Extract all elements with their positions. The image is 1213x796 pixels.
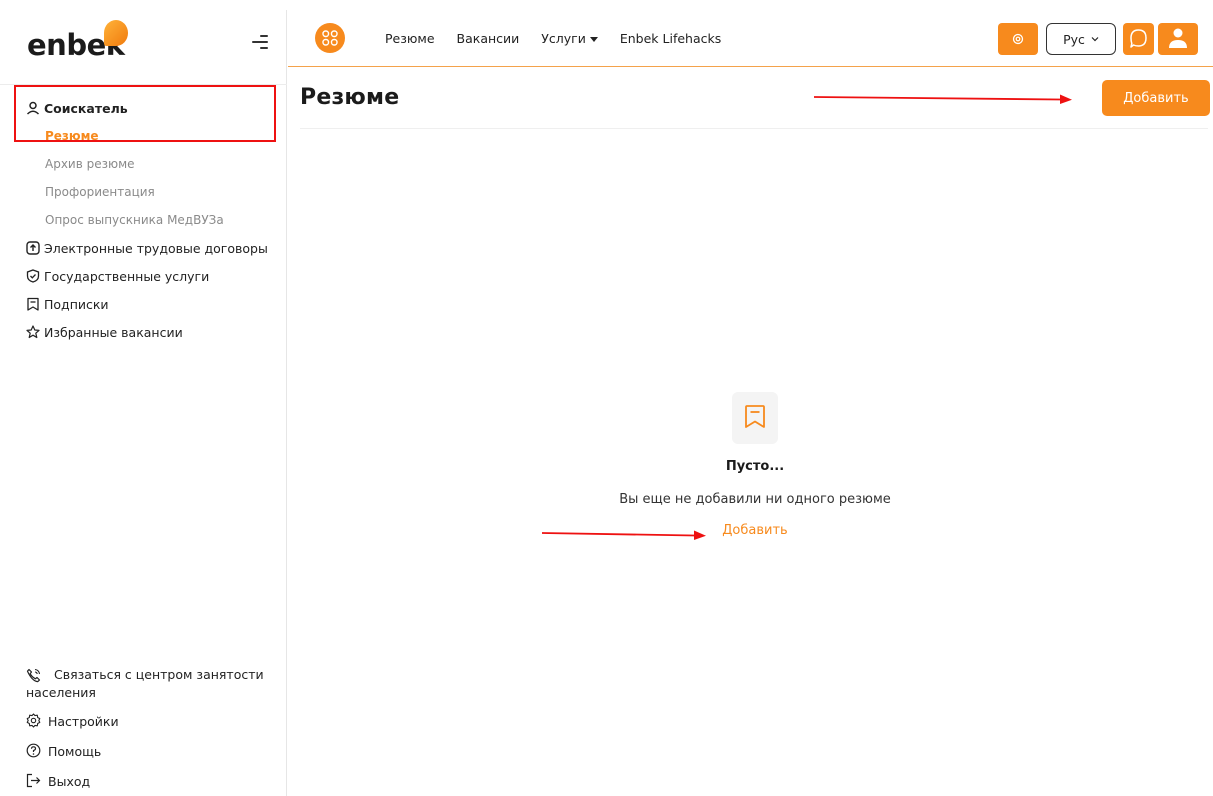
- user-profile-button[interactable]: [1158, 23, 1198, 55]
- star-icon: [26, 325, 40, 339]
- contact-label-line1: Связаться с центром занятости: [54, 667, 264, 682]
- top-nav-vacancies[interactable]: Вакансии: [457, 31, 520, 46]
- logo-row: enbek: [0, 10, 287, 85]
- apps-grid-icon: [322, 30, 338, 46]
- gear-icon: [26, 713, 41, 728]
- sidebar-item-label: Государственные услуги: [44, 268, 210, 284]
- empty-state-description: Вы еще не добавили ни одного резюме: [619, 492, 891, 507]
- sidebar-item-electronic-contracts[interactable]: Электронные трудовые договоры: [0, 234, 287, 262]
- bookmark-icon: [745, 405, 765, 428]
- shield-icon: [26, 269, 40, 283]
- sidebar-item-resume-archive[interactable]: Архив резюме: [0, 150, 287, 178]
- sidebar-item-career-guidance[interactable]: Профориентация: [0, 178, 287, 206]
- annotation-highlight-box: [14, 85, 276, 142]
- sidebar-item-label: Избранные вакансии: [44, 324, 183, 340]
- sidebar-item-help[interactable]: Помощь: [0, 736, 287, 766]
- annotation-arrow-top: [813, 94, 1072, 104]
- window-top-edge: [0, 0, 1213, 10]
- sidebar-item-medical-graduate-survey[interactable]: Опрос выпускника МедВУЗа: [0, 206, 287, 234]
- empty-state-icon-box: [732, 392, 778, 444]
- empty-state-title: Пусто...: [725, 459, 785, 474]
- contact-label-line2: населения: [26, 685, 96, 700]
- settings-label: Настройки: [48, 713, 119, 729]
- logo-mark-icon: [104, 20, 128, 46]
- main-content: Резюме Добавить Пусто... Вы еще не добав…: [288, 67, 1213, 796]
- chevron-down-icon: [1091, 37, 1099, 42]
- top-nav-resume[interactable]: Резюме: [385, 31, 435, 46]
- sidebar-item-favorite-vacancies[interactable]: Избранные вакансии: [0, 318, 287, 346]
- eye-icon: [1012, 33, 1024, 45]
- sidebar-item-label: Электронные трудовые договоры: [44, 240, 268, 256]
- caret-down-icon: [589, 37, 598, 42]
- top-nav: Резюме Вакансии Услуги Enbek Lifehacks: [385, 10, 721, 67]
- sidebar-item-subscriptions[interactable]: Подписки: [0, 290, 287, 318]
- sidebar-bottom-nav: Связаться с центром занятости населения …: [0, 666, 287, 796]
- accessibility-view-button[interactable]: [998, 23, 1038, 55]
- collapse-sidebar-icon[interactable]: [250, 34, 268, 50]
- language-select[interactable]: Рус: [1046, 23, 1116, 55]
- language-label: Рус: [1063, 31, 1085, 47]
- empty-state-add-link[interactable]: Добавить: [705, 523, 805, 538]
- app-window: enbek Соискатель Резюме Архив резюме Про…: [0, 0, 1213, 796]
- bookmark-icon: [27, 297, 39, 311]
- chat-button[interactable]: [1123, 23, 1154, 55]
- sidebar-item-public-services[interactable]: Государственные услуги: [0, 262, 287, 290]
- phone-icon: [26, 668, 41, 683]
- sidebar-item-label: Подписки: [44, 296, 109, 312]
- top-bar: Резюме Вакансии Услуги Enbek Lifehacks Р…: [288, 10, 1213, 67]
- logout-label: Выход: [48, 773, 91, 789]
- top-nav-services[interactable]: Услуги: [541, 31, 598, 46]
- top-nav-lifehacks[interactable]: Enbek Lifehacks: [620, 31, 721, 46]
- sidebar-item-logout[interactable]: Выход: [0, 766, 287, 796]
- title-divider: [300, 128, 1208, 129]
- sidebar-item-settings[interactable]: Настройки: [0, 706, 287, 736]
- help-icon: [26, 743, 41, 758]
- contract-icon: [26, 241, 40, 255]
- page-title: Резюме: [300, 85, 400, 110]
- add-resume-button[interactable]: Добавить: [1102, 80, 1210, 116]
- top-nav-services-label: Услуги: [541, 31, 586, 46]
- apps-menu-button[interactable]: [315, 23, 345, 53]
- user-icon: [1169, 28, 1187, 48]
- annotation-arrow-bottom: [541, 530, 706, 540]
- sidebar-item-contact-employment-center[interactable]: Связаться с центром занятости населения: [0, 666, 287, 706]
- chat-icon: [1130, 29, 1147, 48]
- logout-icon: [26, 773, 41, 788]
- help-label: Помощь: [48, 743, 102, 759]
